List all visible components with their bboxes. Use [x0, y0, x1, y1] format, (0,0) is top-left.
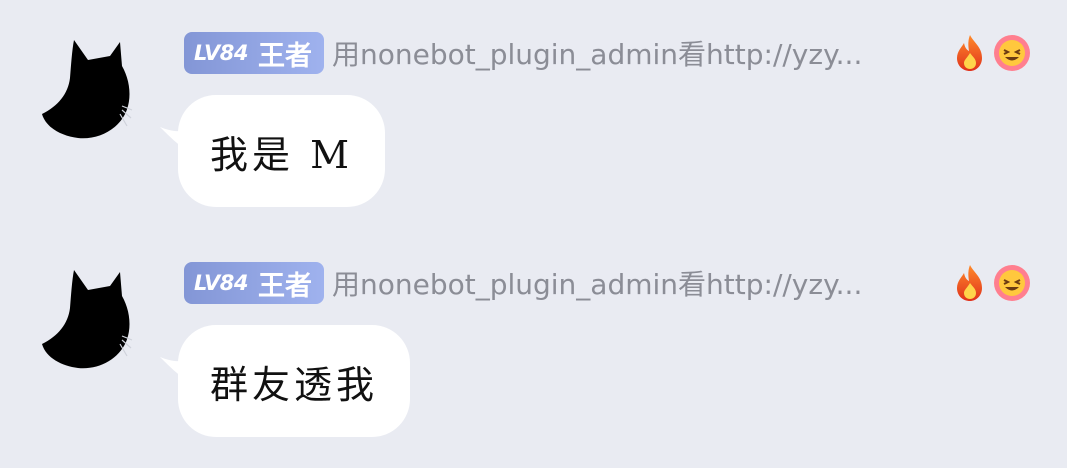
message-header: LV84 王者 用nonebot_plugin_admin看http://yzy…	[184, 261, 1034, 305]
chat-message: LV84 王者 用nonebot_plugin_admin看http://yzy…	[0, 0, 1067, 220]
laughing-face-icon	[992, 263, 1032, 303]
message-text: 群友透我	[210, 362, 379, 407]
level-label: LV84	[194, 41, 248, 65]
laughing-face-icon	[992, 33, 1032, 73]
status-emoji-row	[950, 263, 1034, 303]
message-bubble[interactable]: 我是 M	[160, 95, 385, 207]
rank-title: 王者	[257, 40, 312, 72]
message-header: LV84 王者 用nonebot_plugin_admin看http://yzy…	[184, 31, 1034, 75]
sender-nickname[interactable]: 用nonebot_plugin_admin看http://yzy...	[332, 263, 932, 303]
rank-title: 王者	[257, 270, 312, 302]
sender-nickname[interactable]: 用nonebot_plugin_admin看http://yzy...	[332, 33, 932, 73]
message-text: 我是 M	[210, 132, 353, 177]
level-badge[interactable]: LV84 王者	[184, 262, 324, 304]
fire-icon	[950, 263, 990, 303]
cat-silhouette-icon	[42, 270, 133, 369]
level-label: LV84	[194, 271, 248, 295]
level-badge[interactable]: LV84 王者	[184, 32, 324, 74]
avatar[interactable]	[38, 266, 134, 370]
chat-message: LV84 王者 用nonebot_plugin_admin看http://yzy…	[0, 230, 1067, 450]
cat-silhouette-icon	[42, 40, 133, 139]
fire-icon	[950, 33, 990, 73]
avatar[interactable]	[38, 36, 134, 140]
status-emoji-row	[950, 33, 1034, 73]
message-bubble[interactable]: 群友透我	[160, 325, 411, 437]
